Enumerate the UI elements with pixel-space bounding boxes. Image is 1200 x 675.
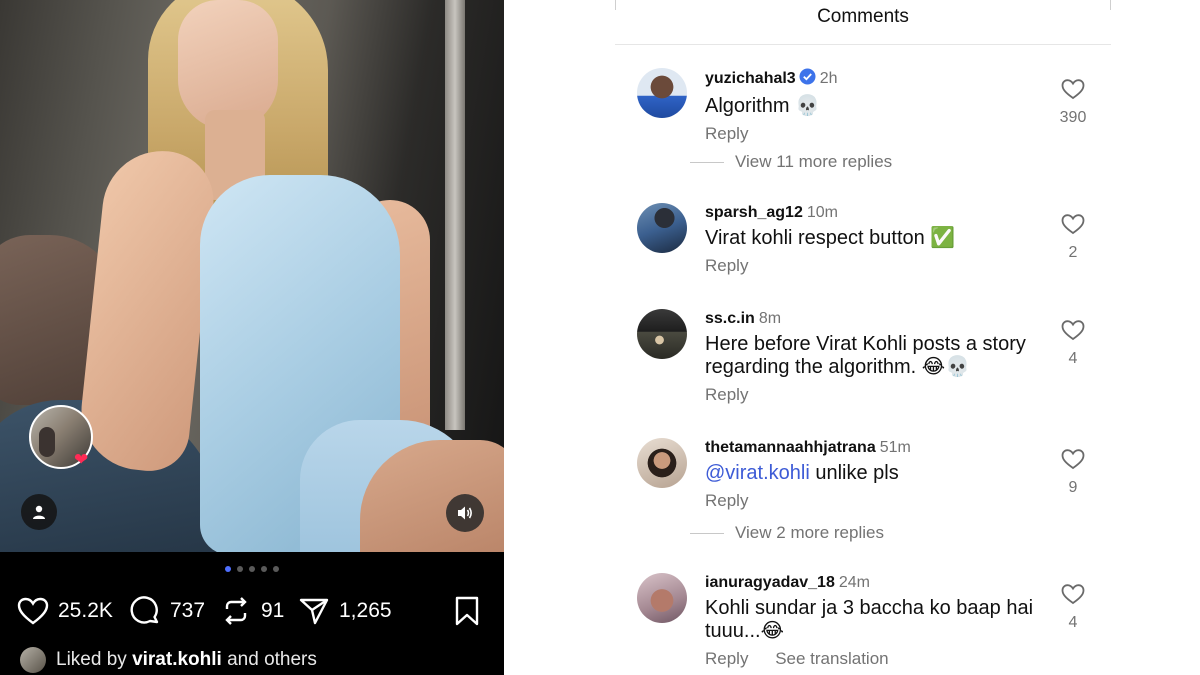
comment-text: @virat.kohli unlike pls xyxy=(705,462,1035,485)
comment-text-line: Here before Virat Kohli posts a story xyxy=(705,333,1026,355)
divider xyxy=(615,44,1111,45)
comment-username[interactable]: sparsh_ag12 xyxy=(705,204,803,221)
send-icon xyxy=(297,594,331,628)
comment-username[interactable]: ss.c.in xyxy=(705,310,755,327)
tagged-users-button[interactable] xyxy=(21,494,57,530)
heart-icon: ❤ xyxy=(74,450,89,469)
heart-icon xyxy=(1061,79,1085,100)
comment-like-button[interactable]: 4 xyxy=(1055,583,1091,632)
comment-like-button[interactable]: 390 xyxy=(1055,78,1091,127)
avatar xyxy=(20,647,46,673)
heart-icon xyxy=(1061,320,1085,341)
avatar[interactable] xyxy=(637,309,687,359)
comment-time: 24m xyxy=(838,574,870,591)
reply-button[interactable]: Reply xyxy=(705,649,748,668)
panel-title: Comments xyxy=(817,6,909,27)
photo-subject xyxy=(75,145,219,475)
comment-time: 51m xyxy=(879,439,911,456)
save-button[interactable] xyxy=(450,592,484,630)
avatar[interactable] xyxy=(637,438,687,488)
share-count: 1,265 xyxy=(339,599,392,622)
view-more-replies[interactable]: View 2 more replies xyxy=(690,522,884,544)
see-translation-button[interactable]: See translation xyxy=(775,649,888,668)
comment-time: 2h xyxy=(819,70,838,87)
comment-count: 737 xyxy=(170,599,206,622)
user-icon xyxy=(33,505,45,519)
comment-username[interactable]: ianuragyadav_18 xyxy=(705,574,835,591)
carousel-dot[interactable] xyxy=(261,566,267,572)
carousel-dot[interactable] xyxy=(237,566,243,572)
liked-by-row[interactable]: Liked by virat.kohli and others xyxy=(20,645,317,675)
view-more-replies-label: View 11 more replies xyxy=(735,152,893,171)
comments-panel: Comments yuzichahal3 2h Algorithm 💀 Reply… xyxy=(615,0,1111,675)
liked-by-suffix: and others xyxy=(227,649,317,670)
comment-text-line: regarding the algorithm. 😂💀 xyxy=(705,356,971,378)
comment-like-button[interactable]: 2 xyxy=(1055,213,1091,262)
comment-like-count: 9 xyxy=(1068,479,1078,496)
comment-like-button[interactable]: 4 xyxy=(1055,319,1091,368)
avatar[interactable] xyxy=(637,68,687,118)
comment-like-count: 390 xyxy=(1059,109,1087,126)
comment-time: 8m xyxy=(758,310,782,327)
comment-text-rest: unlike pls xyxy=(815,462,899,484)
reply-button[interactable]: Reply xyxy=(705,491,748,510)
carousel-dot[interactable] xyxy=(249,566,255,572)
avatar[interactable] xyxy=(637,203,687,253)
comment-like-count: 2 xyxy=(1068,244,1078,261)
heart-icon xyxy=(1061,584,1085,605)
reply-button[interactable]: Reply xyxy=(705,256,748,275)
liked-by-user[interactable]: virat.kohli xyxy=(132,649,222,670)
comment-username[interactable]: thetamannaahhjatrana xyxy=(705,439,876,456)
comment-text: Virat kohli respect button ✅ xyxy=(705,227,956,249)
post-panel: ❤ 25.2K 737 91 1,265 Liked by virat.kohl… xyxy=(0,0,504,675)
mention-link[interactable]: @virat.kohli xyxy=(705,462,810,484)
reply-button[interactable]: Reply xyxy=(705,124,748,143)
speaker-icon xyxy=(458,506,472,520)
post-actions: 25.2K 737 91 1,265 xyxy=(16,592,488,630)
bookmark-icon xyxy=(455,596,479,626)
carousel-dot[interactable] xyxy=(225,566,231,572)
comment-text-line: Kohli sundar ja 3 baccha ko baap hai xyxy=(705,597,1034,619)
view-more-replies[interactable]: View 11 more replies xyxy=(690,151,892,173)
comment-button[interactable]: 737 xyxy=(128,592,205,630)
like-button[interactable]: 25.2K xyxy=(16,592,113,630)
divider xyxy=(690,161,724,163)
post-photo[interactable] xyxy=(0,0,504,552)
comment-bubble-icon xyxy=(128,594,162,628)
carousel-indicator xyxy=(0,566,504,572)
view-more-replies-label: View 2 more replies xyxy=(735,523,884,542)
window-light xyxy=(445,0,465,430)
audio-button[interactable] xyxy=(446,494,484,532)
repost-icon xyxy=(219,594,253,628)
repost-count: 91 xyxy=(261,599,285,622)
liked-by-prefix: Liked by xyxy=(56,649,127,670)
comment-like-button[interactable]: 9 xyxy=(1055,448,1091,497)
share-button[interactable]: 1,265 xyxy=(297,592,392,630)
comment-text-line: tuuu...😂 xyxy=(705,620,784,642)
comment-username[interactable]: yuzichahal3 xyxy=(705,70,796,87)
comment-like-count: 4 xyxy=(1068,350,1078,367)
comment-text: Kohli sundar ja 3 baccha ko baap hai tuu… xyxy=(705,597,1035,643)
heart-icon xyxy=(1061,449,1085,470)
like-count: 25.2K xyxy=(58,599,113,622)
comment-text: Here before Virat Kohli posts a story re… xyxy=(705,333,1035,379)
carousel-dot[interactable] xyxy=(273,566,279,572)
comment-like-count: 4 xyxy=(1068,614,1078,631)
comment-text: Algorithm 💀 xyxy=(705,95,820,117)
heart-icon xyxy=(16,594,50,628)
avatar[interactable] xyxy=(637,573,687,623)
repost-button[interactable]: 91 xyxy=(219,592,284,630)
heart-icon xyxy=(1061,214,1085,235)
divider xyxy=(690,532,724,534)
comment-time: 10m xyxy=(806,204,838,221)
reply-button[interactable]: Reply xyxy=(705,385,748,404)
verified-badge-icon xyxy=(799,68,816,91)
